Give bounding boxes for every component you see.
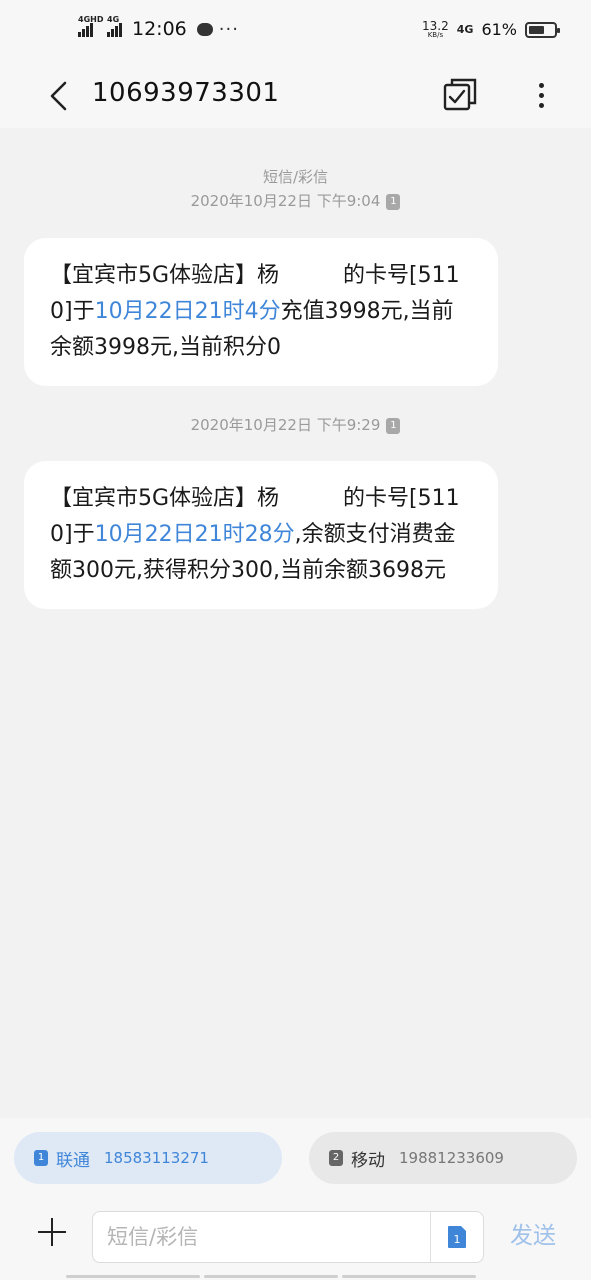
date-link[interactable]: 10月22日21时4分	[95, 299, 281, 324]
message-bubble[interactable]: 【宜宾市5G体验店】杨 的卡号[5110]于10月22日21时4分充值3998元,…	[24, 238, 498, 386]
more-notifications-icon: ···	[218, 18, 239, 40]
composer: 1 发送	[0, 1194, 591, 1280]
message-timestamp: 2020年10月22日 下午9:04 1	[0, 190, 591, 211]
more-options-button[interactable]	[529, 75, 553, 115]
sim-switch-button[interactable]: 1	[430, 1212, 482, 1262]
back-arrow-icon	[50, 81, 67, 111]
sim2-signal-icon: 4G	[107, 15, 122, 37]
message-text: 【宜宾市5G体验店】杨	[50, 486, 280, 511]
conversation-area[interactable]: 短信/彩信 2020年10月22日 下午9:04 1 【宜宾市5G体验店】杨 的卡号…	[0, 128, 591, 1118]
battery-percent: 61%	[481, 20, 517, 39]
sim2-number: 19881233609	[399, 1149, 504, 1167]
sim1-signal-icon: 4GHD	[78, 15, 103, 37]
sim2-button[interactable]: 2 移动 19881233609	[309, 1132, 577, 1184]
message-type-label: 短信/彩信	[262, 168, 329, 186]
message-input[interactable]	[92, 1211, 484, 1263]
sim-badge-icon: 1	[386, 417, 401, 434]
message-timestamp: 2020年10月22日 下午9:29 1	[0, 414, 591, 435]
date-link[interactable]: 10月22日21时28分	[95, 522, 295, 547]
message-bubble[interactable]: 【宜宾市5G体验店】杨 的卡号[5110]于10月22日21时28分,余额支付消费…	[24, 461, 498, 609]
app-header: 10693973301	[0, 64, 591, 128]
sim2-network-tag: 4G	[107, 15, 120, 24]
message-notification-icon	[196, 22, 213, 36]
back-button[interactable]	[38, 76, 78, 116]
sim-card-number: 1	[453, 1233, 460, 1246]
multi-select-button[interactable]	[441, 75, 481, 115]
status-right: 13.2 KB/s 4G 61%	[422, 20, 560, 39]
network-speed: 13.2 KB/s	[422, 20, 449, 39]
timestamp-text: 2020年10月22日 下午9:29	[190, 416, 381, 434]
network-speed-unit: KB/s	[427, 31, 444, 39]
sim2-carrier: 移动	[351, 1150, 385, 1171]
add-attachment-button[interactable]	[34, 1214, 70, 1250]
sim-selector: 1 联通 18583113271 2 移动 19881233609	[0, 1118, 591, 1194]
multi-select-icon	[443, 78, 477, 111]
sim2-icon: 2	[329, 1150, 343, 1166]
battery-fill	[529, 25, 544, 34]
status-left: 4GHD 4G 12:06 ···	[78, 15, 239, 40]
sim1-network-tag: 4GHD	[78, 15, 104, 24]
sim1-number: 18583113271	[104, 1149, 209, 1167]
sim-badge-icon: 1	[386, 193, 401, 210]
sim1-button[interactable]: 1 联通 18583113271	[14, 1132, 282, 1184]
clock: 12:06	[132, 18, 187, 40]
sim1-icon: 1	[34, 1150, 48, 1166]
navigation-hint	[66, 1275, 476, 1278]
sim1-carrier: 联通	[56, 1150, 90, 1171]
conversation-title: 10693973301	[92, 78, 280, 108]
message-text: 【宜宾市5G体验店】杨	[50, 263, 280, 288]
battery-icon	[525, 21, 560, 38]
status-bar: 4GHD 4G 12:06 ··· 13.2 KB/s 4G 61%	[0, 0, 591, 64]
timestamp-text: 2020年10月22日 下午9:04	[190, 192, 381, 210]
sim-card-icon: 1	[447, 1226, 466, 1248]
mobile-data-icon: 4G	[456, 23, 474, 36]
send-button[interactable]: 发送	[510, 1216, 556, 1250]
